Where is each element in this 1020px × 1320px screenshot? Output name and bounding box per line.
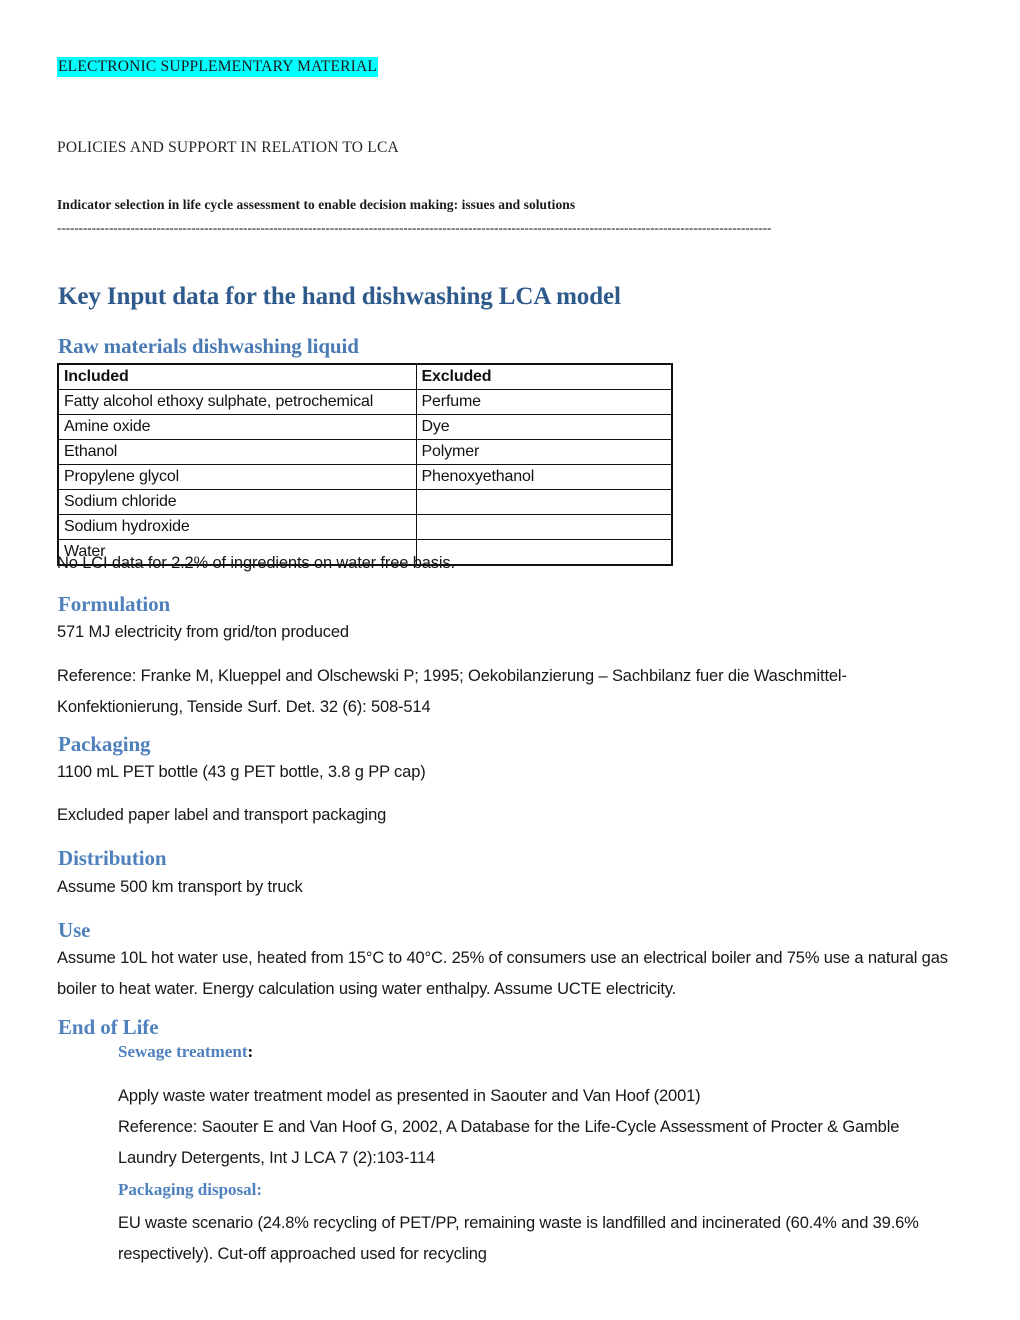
column-header-excluded: Excluded — [415, 363, 673, 390]
table-row: Sodium hydroxide — [57, 514, 673, 540]
horizontal-dashed-rule: ----------------------------------------… — [57, 222, 772, 234]
table-row: Propylene glycol Phenoxyethanol — [57, 464, 673, 490]
table-row: Fatty alcohol ethoxy sulphate, petrochem… — [57, 389, 673, 415]
packaging-bottle: 1100 mL PET bottle (43 g PET bottle, 3.8… — [57, 763, 426, 781]
cell-included: Sodium chloride — [57, 489, 417, 515]
subheading-sewage-treatment: Sewage treatment: — [118, 1042, 253, 1062]
cell-excluded: Perfume — [415, 389, 673, 415]
policies-section-label: POLICIES AND SUPPORT IN RELATION TO LCA — [57, 139, 399, 156]
sewage-treatment-colon: : — [247, 1042, 254, 1061]
subheading-packaging-disposal: Packaging disposal: — [118, 1180, 263, 1199]
sewage-reference: Reference: Saouter E and Van Hoof G, 200… — [118, 1118, 900, 1167]
table-row: Ethanol Polymer — [57, 439, 673, 465]
cell-included: Amine oxide — [57, 414, 417, 440]
formulation-electricity: 571 MJ electricity from grid/ton produce… — [57, 623, 349, 641]
page-title: Key Input data for the hand dishwashing … — [58, 283, 621, 310]
section-heading-raw-materials: Raw materials dishwashing liquid — [58, 334, 359, 358]
cell-excluded — [415, 489, 673, 515]
cell-excluded: Phenoxyethanol — [415, 464, 673, 490]
packaging-disposal-text: EU waste scenario (24.8% recycling of PE… — [118, 1214, 919, 1263]
electronic-supplementary-material-label: ELECTRONIC SUPPLEMENTARY MATERIAL — [57, 57, 379, 77]
distribution-transport: Assume 500 km transport by truck — [57, 878, 303, 896]
article-title: Indicator selection in life cycle assess… — [57, 197, 576, 212]
section-heading-formulation: Formulation — [58, 592, 171, 616]
sewage-model-text: Apply waste water treatment model as pre… — [118, 1087, 701, 1105]
table-header-row: Included Excluded — [57, 363, 673, 390]
cell-excluded: Polymer — [415, 439, 673, 465]
packaging-excluded: Excluded paper label and transport packa… — [57, 806, 387, 824]
lci-data-note: No LCI data for 2.2% of ingredients on w… — [57, 554, 455, 572]
cell-included: Ethanol — [57, 439, 417, 465]
table-row: Amine oxide Dye — [57, 414, 673, 440]
ingredients-table-wrapper: Included Excluded Fatty alcohol ethoxy s… — [57, 363, 673, 566]
formulation-reference: Reference: Franke M, Klueppel and Olsche… — [57, 667, 847, 716]
use-description: Assume 10L hot water use, heated from 15… — [57, 949, 948, 998]
cell-excluded — [415, 514, 673, 540]
sewage-treatment-label: Sewage treatment — [118, 1042, 248, 1061]
section-heading-packaging: Packaging — [58, 732, 151, 756]
cell-included: Propylene glycol — [57, 464, 417, 490]
section-heading-end-of-life: End of Life — [58, 1015, 159, 1039]
section-heading-distribution: Distribution — [58, 846, 167, 870]
cell-excluded: Dye — [415, 414, 673, 440]
esm-highlight: ELECTRONIC SUPPLEMENTARY MATERIAL — [57, 57, 379, 77]
document-page: ELECTRONIC SUPPLEMENTARY MATERIAL POLICI… — [0, 0, 1020, 1320]
column-header-included: Included — [57, 363, 417, 390]
cell-included: Sodium hydroxide — [57, 514, 417, 540]
section-heading-use: Use — [58, 918, 91, 942]
ingredients-table: Included Excluded Fatty alcohol ethoxy s… — [57, 363, 673, 566]
table-row: Sodium chloride — [57, 489, 673, 515]
cell-included: Fatty alcohol ethoxy sulphate, petrochem… — [57, 389, 417, 415]
